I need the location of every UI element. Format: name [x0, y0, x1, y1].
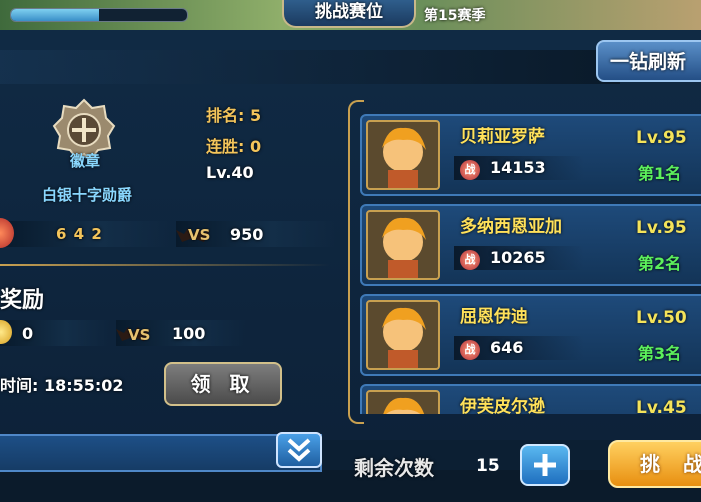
opponent-rank: 第1名	[638, 164, 682, 183]
opponent-rank: 第2名	[638, 254, 682, 273]
header-strip	[0, 50, 620, 84]
season-label: 第15赛季	[424, 8, 486, 24]
streak-stat: 连胜: 0	[206, 137, 262, 156]
opponent-level: Lv.95	[636, 128, 687, 148]
opponent-card-clip: 伊芙皮尔逊 Lv.45	[360, 384, 701, 414]
power-value: 6 4 2	[56, 225, 103, 243]
add-attempts-button[interactable]	[520, 444, 570, 486]
section-divider	[0, 264, 330, 266]
reward-vs-label: VS	[128, 326, 151, 344]
season-progress-fill	[11, 9, 99, 21]
opponent-level: Lv.50	[636, 308, 687, 328]
opponent-score: 10265	[490, 248, 546, 267]
remaining-value: 15	[476, 456, 500, 476]
reward-title: 奖励	[0, 288, 45, 313]
plus-icon	[534, 454, 556, 476]
claim-button[interactable]: 领 取	[164, 362, 282, 406]
collapse-bar	[0, 434, 322, 472]
opponent-name: 多纳西恩亚加	[460, 217, 562, 237]
opponent-card[interactable]: 贝莉亚罗萨 战 14153 Lv.95 第1名	[360, 114, 701, 196]
opponent-level: Lv.95	[636, 218, 687, 238]
chevron-down-icon	[287, 438, 311, 462]
vs-label: VS	[188, 226, 211, 244]
opponent-card[interactable]: 伊芙皮尔逊 Lv.45	[360, 384, 701, 414]
page-title: 挑战赛位	[282, 0, 416, 28]
power-icon: 战	[460, 250, 480, 270]
opponent-score: 14153	[490, 158, 546, 177]
remaining-label: 剩余次数	[354, 456, 434, 480]
reward-vs-value: 100	[172, 324, 206, 343]
avatar	[366, 120, 440, 190]
badge-title: 白银十字勋爵	[41, 186, 132, 204]
opponent-rank: 第3名	[638, 344, 682, 363]
avatar	[366, 390, 440, 414]
level-stat: Lv.40	[206, 163, 254, 182]
power-icon: 战	[460, 340, 480, 360]
coin-value: 0	[22, 324, 34, 343]
opponent-card[interactable]: 多纳西恩亚加 战 10265 Lv.95 第2名	[360, 204, 701, 286]
top-banner: 挑战赛位 第15赛季	[0, 0, 701, 30]
badge-label: 徽章	[69, 152, 100, 170]
opponent-level: Lv.45	[636, 398, 687, 414]
opponent-name: 贝莉亚罗萨	[460, 127, 545, 147]
opponent-card[interactable]: 屈恩伊迪 战 646 Lv.50 第3名	[360, 294, 701, 376]
challenge-button[interactable]: 挑 战	[608, 440, 701, 488]
expand-button[interactable]	[276, 432, 322, 468]
rank-stat: 排名: 5	[206, 106, 262, 125]
vs-value: 950	[230, 225, 264, 244]
footer-bg	[0, 470, 701, 502]
opponent-name: 屈恩伊迪	[460, 307, 528, 327]
coin-strip	[0, 320, 110, 346]
avatar	[366, 300, 440, 370]
opponent-name: 伊芙皮尔逊	[460, 397, 545, 414]
refresh-button[interactable]: 一钻刷新	[596, 40, 701, 82]
avatar	[366, 210, 440, 280]
opponent-score: 646	[490, 338, 524, 357]
power-icon: 战	[460, 160, 480, 180]
season-progress-bar	[10, 8, 188, 22]
reward-timer: 时间: 18:55:02	[0, 376, 124, 395]
